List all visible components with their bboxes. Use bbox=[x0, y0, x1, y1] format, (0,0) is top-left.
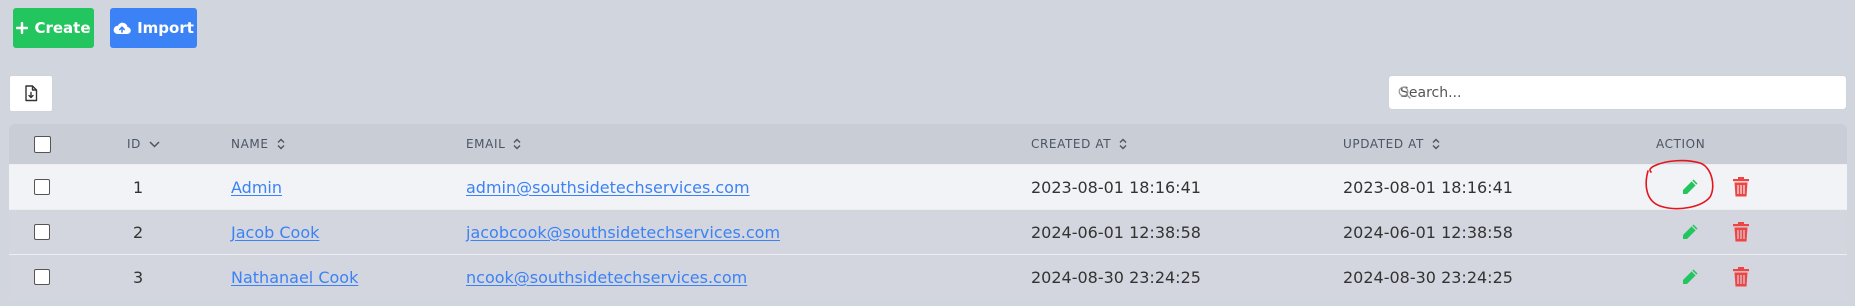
sort-icon bbox=[513, 138, 521, 150]
search-box[interactable] bbox=[1388, 75, 1847, 110]
trash-icon bbox=[1733, 267, 1749, 287]
create-button-label: Create bbox=[34, 19, 91, 37]
column-header-name[interactable]: NAME bbox=[231, 124, 285, 164]
delete-button[interactable] bbox=[1727, 173, 1755, 201]
updated-at: 2024-06-01 12:38:58 bbox=[1343, 222, 1513, 242]
chevron-down-icon bbox=[149, 140, 160, 148]
table-row: 3 Nathanael Cook ncook@southsidetechserv… bbox=[9, 254, 1847, 299]
row-id: 2 bbox=[133, 222, 144, 242]
updated-at: 2024-08-30 23:24:25 bbox=[1343, 267, 1513, 287]
user-email-link[interactable]: jacobcook@southsidetechservices.com bbox=[466, 223, 780, 242]
column-header-updated-at[interactable]: UPDATED AT bbox=[1343, 124, 1440, 164]
select-all-checkbox[interactable] bbox=[34, 135, 51, 153]
row-checkbox[interactable] bbox=[34, 269, 50, 285]
table-header: ID NAME EMAIL CREATED AT UPDATED AT ACTI… bbox=[9, 124, 1847, 164]
sort-icon bbox=[277, 138, 285, 150]
delete-button[interactable] bbox=[1727, 263, 1755, 291]
updated-at: 2023-08-01 18:16:41 bbox=[1343, 177, 1513, 197]
delete-button[interactable] bbox=[1727, 218, 1755, 246]
trash-icon bbox=[1733, 177, 1749, 197]
edit-button[interactable] bbox=[1676, 173, 1704, 201]
export-button[interactable] bbox=[9, 75, 53, 112]
row-id: 1 bbox=[133, 177, 144, 197]
import-button-label: Import bbox=[137, 19, 194, 37]
sort-icon bbox=[1119, 138, 1127, 150]
user-name-link[interactable]: Jacob Cook bbox=[231, 223, 319, 242]
column-header-id[interactable]: ID bbox=[127, 124, 160, 164]
user-email-link[interactable]: admin@southsidetechservices.com bbox=[466, 178, 750, 197]
user-name-link[interactable]: Nathanael Cook bbox=[231, 268, 358, 287]
pencil-icon bbox=[1683, 224, 1698, 239]
row-id: 3 bbox=[133, 267, 144, 287]
sort-icon bbox=[1432, 138, 1440, 150]
column-header-email[interactable]: EMAIL bbox=[466, 124, 521, 164]
cloud-upload-icon bbox=[113, 22, 131, 35]
column-header-action: ACTION bbox=[1656, 137, 1706, 151]
created-at: 2024-08-30 23:24:25 bbox=[1031, 267, 1201, 287]
column-header-created-at[interactable]: CREATED AT bbox=[1031, 124, 1127, 164]
edit-button[interactable] bbox=[1676, 263, 1704, 291]
trash-icon bbox=[1733, 222, 1749, 242]
table-row: 2 Jacob Cook jacobcook@southsidetechserv… bbox=[9, 209, 1847, 254]
user-email-link[interactable]: ncook@southsidetechservices.com bbox=[466, 268, 747, 287]
plus-icon bbox=[16, 22, 29, 34]
row-checkbox[interactable] bbox=[34, 224, 50, 240]
file-download-icon bbox=[25, 85, 38, 102]
created-at: 2023-08-01 18:16:41 bbox=[1031, 177, 1201, 197]
users-table: ID NAME EMAIL CREATED AT UPDATED AT ACTI… bbox=[9, 124, 1847, 299]
row-checkbox[interactable] bbox=[34, 179, 50, 195]
created-at: 2024-06-01 12:38:58 bbox=[1031, 222, 1201, 242]
create-button[interactable]: Create bbox=[13, 8, 94, 48]
search-input[interactable] bbox=[1389, 76, 1846, 109]
edit-button[interactable] bbox=[1676, 218, 1704, 246]
search-icon bbox=[1398, 86, 1411, 99]
user-name-link[interactable]: Admin bbox=[231, 178, 282, 197]
import-button[interactable]: Import bbox=[110, 8, 197, 48]
pencil-icon bbox=[1683, 179, 1698, 194]
table-row: 1 Admin admin@southsidetechservices.com … bbox=[9, 164, 1847, 209]
pencil-icon bbox=[1683, 269, 1698, 284]
